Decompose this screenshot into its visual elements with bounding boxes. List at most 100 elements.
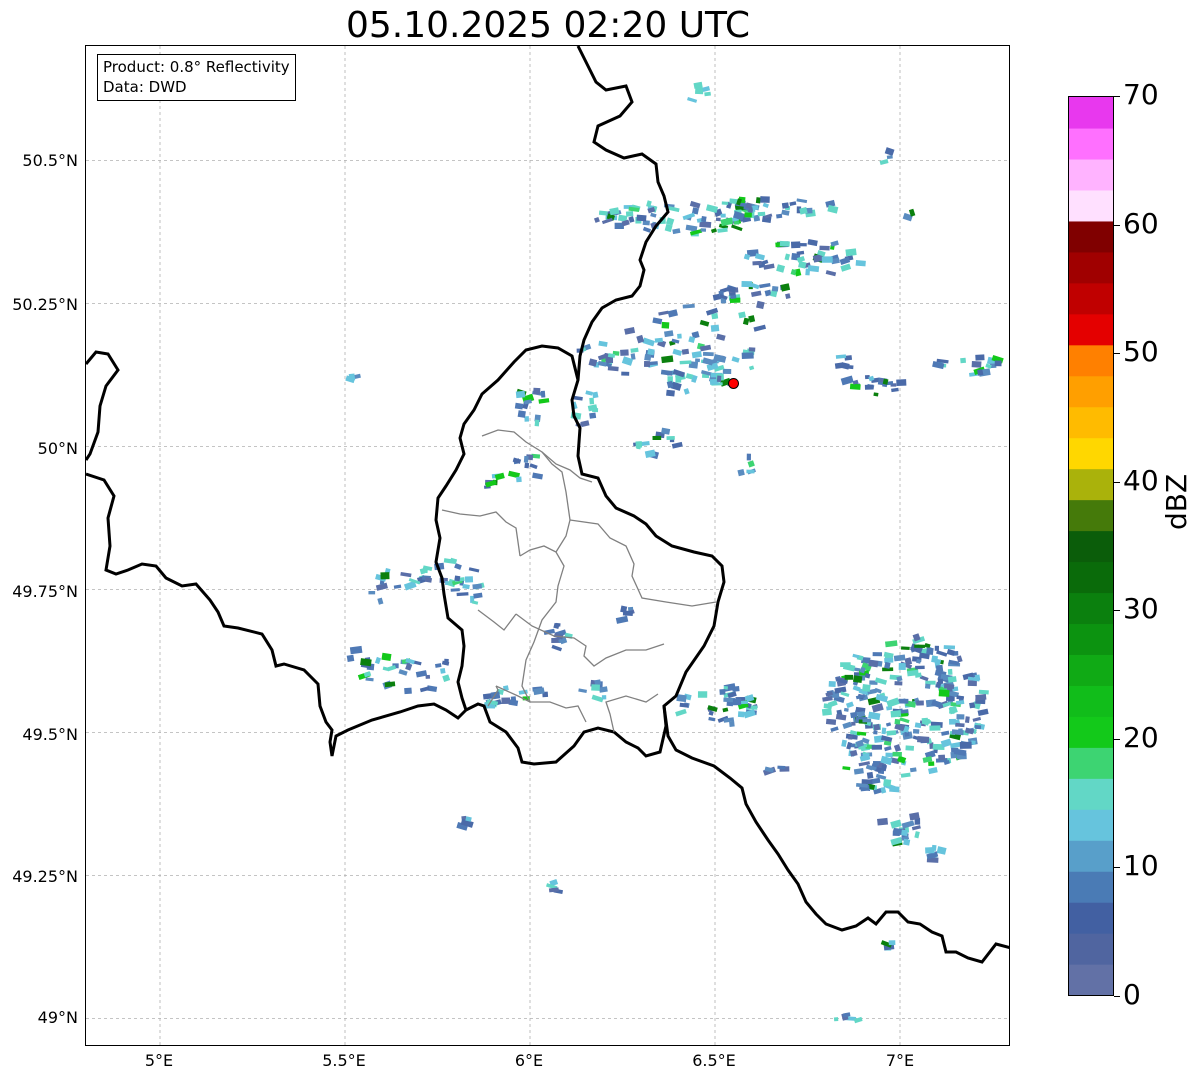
echo-patch bbox=[844, 674, 854, 680]
echo-patch bbox=[380, 572, 390, 580]
echo-patch bbox=[738, 311, 746, 319]
echo-patch bbox=[916, 700, 924, 706]
echo-patch bbox=[894, 718, 901, 725]
echo-patch bbox=[650, 212, 657, 218]
echo-patch bbox=[977, 708, 989, 716]
echo-patch bbox=[710, 228, 718, 234]
echo-patch bbox=[896, 379, 907, 387]
lon-tick-label: 6.5°E bbox=[692, 1051, 736, 1070]
echo-patch bbox=[872, 652, 883, 657]
colorbar-swatch bbox=[1069, 964, 1113, 995]
echo-patch bbox=[845, 248, 857, 257]
colorbar-swatch bbox=[1069, 933, 1113, 965]
echo-patch bbox=[363, 671, 372, 678]
echo-patch bbox=[850, 711, 858, 719]
echo-patch bbox=[346, 654, 355, 662]
echo-patch bbox=[630, 347, 639, 353]
echo-patch bbox=[969, 702, 976, 709]
echo-patch bbox=[753, 324, 767, 332]
echo-patch bbox=[881, 727, 887, 735]
echo-patch bbox=[747, 460, 755, 468]
echo-patch bbox=[797, 242, 807, 247]
echo-patch bbox=[705, 204, 719, 213]
echo-patch bbox=[404, 687, 412, 695]
echo-patch bbox=[400, 571, 412, 578]
echo-patch bbox=[697, 691, 708, 698]
echo-patch bbox=[615, 615, 629, 624]
echo-patch bbox=[702, 351, 714, 357]
echo-patch bbox=[721, 201, 729, 206]
echo-patch bbox=[742, 317, 750, 326]
echo-patch bbox=[912, 728, 920, 734]
echo-patch bbox=[676, 694, 687, 703]
echo-patch bbox=[943, 645, 956, 650]
echo-patch bbox=[889, 786, 900, 793]
echo-patch bbox=[951, 729, 964, 736]
echo-patch bbox=[798, 261, 807, 269]
echo-patch bbox=[636, 214, 647, 222]
echo-patch bbox=[852, 675, 863, 683]
echo-patch bbox=[852, 653, 860, 659]
echo-patch bbox=[598, 340, 608, 347]
echo-patch bbox=[972, 716, 982, 722]
echo-patch bbox=[672, 348, 683, 356]
colorbar-swatch bbox=[1069, 840, 1113, 872]
echo-patch bbox=[671, 441, 683, 449]
echo-patch bbox=[861, 779, 873, 785]
echo-patch bbox=[592, 391, 599, 399]
echo-patch bbox=[652, 435, 662, 441]
echo-patch bbox=[719, 688, 726, 695]
echo-patch bbox=[840, 691, 850, 697]
echo-patch bbox=[822, 695, 833, 702]
echo-patch bbox=[949, 718, 956, 725]
echo-patch bbox=[947, 676, 957, 683]
echo-patch bbox=[917, 736, 930, 743]
echo-patch bbox=[873, 723, 881, 731]
echo-patch bbox=[601, 695, 607, 700]
colorbar-swatch bbox=[1069, 685, 1113, 717]
echo-patch bbox=[946, 648, 955, 656]
echo-patch bbox=[636, 443, 642, 450]
echo-patch bbox=[925, 847, 935, 854]
echo-patch bbox=[517, 410, 526, 418]
echo-patch bbox=[776, 213, 783, 219]
echo-patch bbox=[515, 390, 526, 399]
echo-patch bbox=[704, 91, 711, 97]
echo-patch bbox=[732, 685, 740, 692]
echo-patch bbox=[716, 375, 722, 383]
echo-patch bbox=[971, 360, 982, 368]
colorbar-swatch bbox=[1069, 375, 1113, 408]
echo-patch bbox=[450, 588, 460, 592]
echo-patch bbox=[748, 347, 756, 352]
colorbar-tick-mark bbox=[1114, 867, 1120, 869]
echo-patch bbox=[628, 216, 635, 223]
echo-patch bbox=[482, 693, 493, 700]
colorbar-swatch bbox=[1069, 747, 1113, 779]
echo-patch bbox=[911, 825, 921, 831]
colorbar-swatch bbox=[1069, 127, 1113, 160]
echo-patch bbox=[578, 688, 587, 693]
echo-patch bbox=[883, 778, 892, 787]
echo-patch bbox=[683, 388, 690, 395]
echo-patch bbox=[660, 369, 673, 376]
lat-tick-label: 50.25°N bbox=[12, 295, 78, 314]
echo-patch bbox=[949, 741, 961, 749]
echo-patch bbox=[589, 412, 597, 419]
echo-patch bbox=[796, 250, 805, 256]
echo-patch bbox=[779, 240, 790, 247]
colorbar-swatch bbox=[1069, 189, 1113, 222]
echo-patch bbox=[873, 392, 879, 397]
echo-patch bbox=[763, 263, 775, 270]
echo-patch bbox=[845, 701, 854, 709]
lon-tick-label: 5°E bbox=[144, 1051, 174, 1070]
echo-patch bbox=[415, 670, 428, 678]
echo-patch bbox=[894, 681, 903, 686]
echo-patch bbox=[929, 725, 941, 731]
echo-patch bbox=[663, 330, 674, 338]
echo-patch bbox=[524, 462, 530, 469]
echo-patch bbox=[842, 663, 856, 672]
colorbar-swatch bbox=[1069, 158, 1113, 191]
colorbar-swatch bbox=[1069, 871, 1113, 903]
echo-patch bbox=[368, 590, 376, 595]
echo-patch bbox=[757, 211, 766, 217]
